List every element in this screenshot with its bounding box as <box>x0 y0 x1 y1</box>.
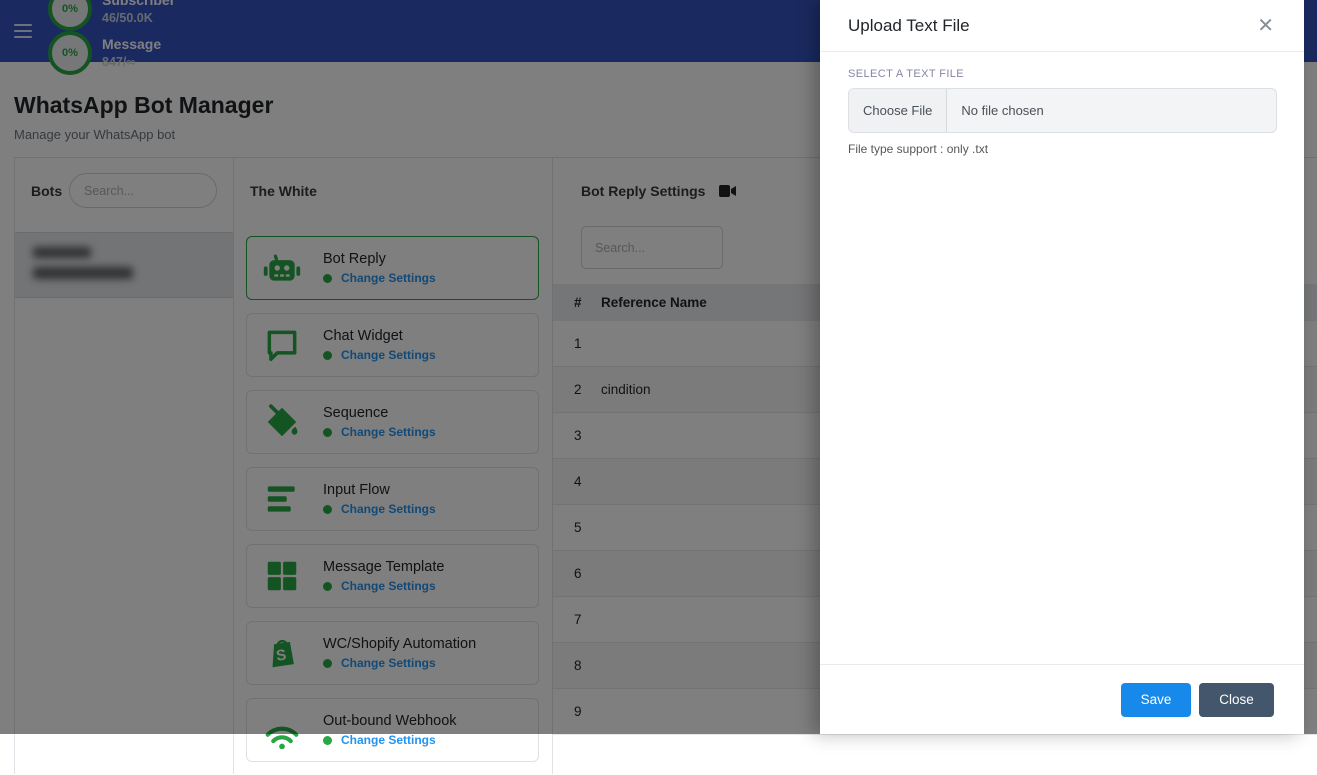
save-button[interactable]: Save <box>1121 683 1191 717</box>
upload-text-file-modal: Upload Text File ✕ SELECT A TEXT FILE Ch… <box>820 0 1304 734</box>
modal-body: SELECT A TEXT FILE Choose File No file c… <box>848 68 1277 156</box>
change-settings-label: Change Settings <box>341 733 436 747</box>
status-dot-icon <box>323 736 332 745</box>
close-icon[interactable]: ✕ <box>1257 16 1274 36</box>
change-settings-link[interactable]: Change Settings <box>323 733 457 747</box>
modal-header: Upload Text File ✕ <box>820 0 1304 52</box>
close-button[interactable]: Close <box>1199 683 1274 717</box>
file-type-hint: File type support : only .txt <box>848 142 1277 156</box>
modal-footer: Save Close <box>820 664 1304 734</box>
file-field-label: SELECT A TEXT FILE <box>848 68 1277 80</box>
file-chosen-status: No file chosen <box>947 103 1043 118</box>
modal-title: Upload Text File <box>848 16 970 36</box>
file-input[interactable]: Choose File No file chosen <box>848 88 1277 133</box>
choose-file-button[interactable]: Choose File <box>849 89 947 132</box>
